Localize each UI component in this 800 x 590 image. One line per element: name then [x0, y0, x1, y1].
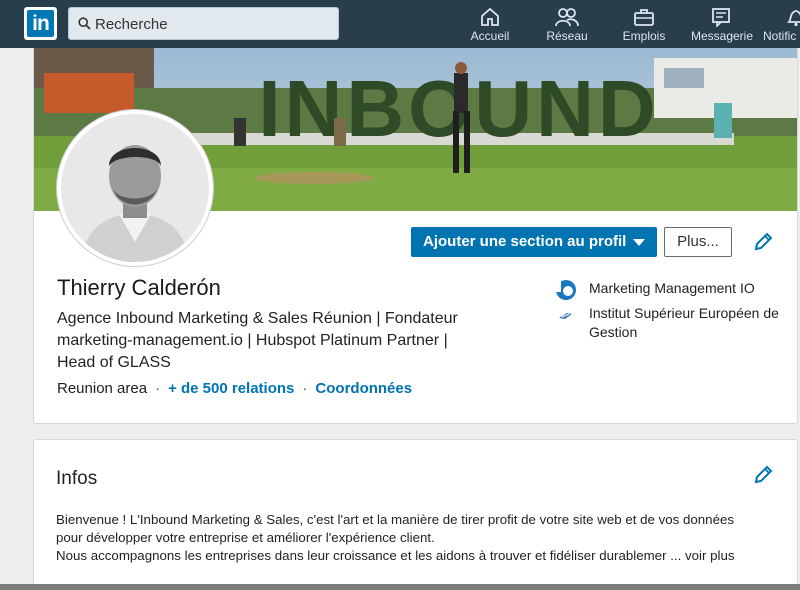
network-icon [555, 8, 579, 27]
search-box[interactable] [68, 7, 339, 40]
nav-notifications[interactable]: Notific [763, 0, 800, 48]
about-text: Bienvenue ! L'Inbound Marketing & Sales,… [56, 511, 786, 565]
nav-messaging[interactable]: Messagerie [689, 0, 755, 48]
nav-label: Emplois [622, 29, 666, 43]
add-profile-section-label: Ajouter une section au profil [423, 233, 627, 250]
nav-network[interactable]: Réseau [541, 0, 593, 48]
nav-home[interactable]: Accueil [466, 0, 514, 48]
location-text: Reunion area [57, 380, 148, 397]
contact-info-link[interactable]: Coordonnées [315, 380, 412, 397]
about-title: Infos [56, 468, 98, 489]
add-profile-section-button[interactable]: Ajouter une section au profil [411, 227, 657, 257]
company-logo-icon [556, 280, 576, 300]
about-line-last: Nous accompagnons les entreprises dans l… [56, 547, 786, 565]
headline-line: Agence Inbound Marketing & Sales Réunion… [57, 310, 458, 327]
nav-jobs[interactable]: Emplois [617, 0, 671, 48]
see-more-link[interactable]: ... voir plus [670, 548, 734, 563]
profile-card: INBOUND Ajouter une section au profil Pl… [33, 48, 798, 424]
about-line: Bienvenue ! L'Inbound Marketing & Sales,… [56, 512, 735, 527]
profile-headline: Agence Inbound Marketing & Sales Réunion… [57, 308, 517, 374]
bell-icon [786, 10, 800, 27]
location-line: Reunion area · + de 500 relations · Coordonn… [57, 380, 413, 397]
avatar[interactable] [57, 110, 213, 266]
linkedin-logo-icon[interactable]: in [24, 7, 57, 40]
nav-label: Accueil [470, 29, 510, 43]
company-name: Marketing Management IO [589, 280, 755, 296]
connections-link[interactable]: + de 500 relations [168, 380, 294, 397]
headline-line: marketing-management.io | Hubspot Platin… [57, 332, 448, 349]
nav-label: Notific [763, 29, 797, 43]
home-icon [481, 7, 499, 26]
headline-line: Head of GLASS [57, 354, 171, 371]
school-logo-icon [559, 313, 572, 319]
about-card: Infos Bienvenue ! L'Inbound Marketing & … [33, 439, 798, 590]
nav-label: Messagerie [690, 29, 754, 43]
pencil-edit-icon[interactable] [752, 464, 774, 486]
logo-text: in [27, 10, 54, 37]
nav-label: Réseau [546, 29, 588, 43]
top-nav-bar: in Accueil Réseau Emplois Messagerie Not… [0, 0, 800, 48]
window-bottom-edge [0, 584, 800, 590]
profile-name: Thierry Calderón [57, 275, 221, 300]
more-button[interactable]: Plus... [664, 227, 732, 257]
pencil-edit-icon[interactable] [752, 231, 774, 253]
school-name: Institut Supérieur Européen de Gestion [589, 305, 779, 340]
about-line: pour développer votre entreprise et amél… [56, 530, 435, 545]
briefcase-icon [634, 9, 654, 26]
messaging-icon [712, 8, 730, 27]
caret-down-icon [633, 239, 645, 246]
search-input[interactable] [95, 12, 325, 36]
search-icon [78, 17, 91, 30]
about-line: Nous accompagnons les entreprises dans l… [56, 548, 667, 563]
